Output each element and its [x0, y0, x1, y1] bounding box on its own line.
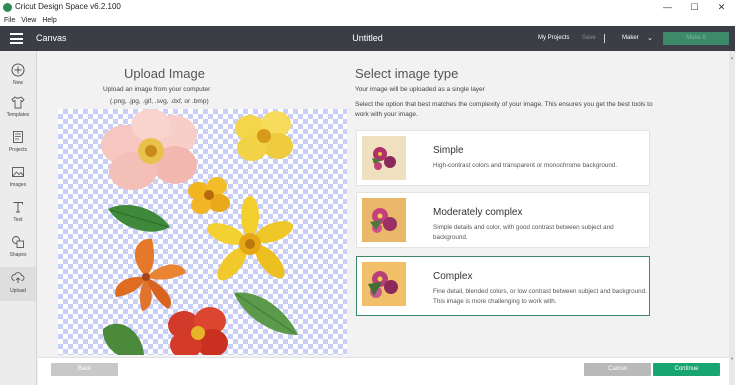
tshirt-icon	[11, 96, 25, 109]
images-icon	[12, 167, 24, 177]
sidebar-item-images[interactable]: Images	[0, 161, 36, 195]
menu-help[interactable]: Help	[42, 15, 56, 26]
menu-file[interactable]: File	[4, 15, 15, 26]
complex-thumbnail	[362, 262, 406, 306]
chevron-down-icon[interactable]: ⌄	[647, 34, 653, 42]
scroll-up-icon[interactable]: ▲	[730, 55, 734, 60]
projects-icon	[13, 131, 23, 143]
make-it-button[interactable]: Make It	[663, 32, 729, 45]
moderately-complex-thumbnail	[362, 198, 406, 242]
option-complex[interactable]: Complex Fine detail, blended colors, or …	[356, 256, 650, 316]
cricut-app-icon	[3, 3, 12, 12]
shapes-icon	[12, 236, 24, 248]
sidebar-item-label: Text	[13, 217, 23, 223]
back-button[interactable]: Back	[51, 363, 118, 376]
my-projects-link[interactable]: My Projects	[538, 35, 569, 41]
option-description: Simple details and color, with good cont…	[433, 224, 614, 241]
sidebar-item-label: Upload	[10, 288, 26, 294]
continue-button[interactable]: Continue	[653, 363, 720, 376]
sidebar-item-label: Projects	[8, 147, 28, 153]
vertical-scrollbar[interactable]: ▲ ▼	[729, 51, 735, 385]
simple-thumbnail	[362, 136, 406, 180]
app-header: Canvas Untitled My Projects Save Maker ⌄…	[0, 26, 735, 51]
window-controls: — ☐ ✕	[654, 0, 735, 15]
sidebar-item-label: New	[12, 80, 23, 86]
sidebar-item-templates[interactable]: Templates	[0, 91, 36, 125]
upload-icon	[11, 272, 25, 283]
hamburger-menu-icon[interactable]	[10, 33, 23, 44]
cancel-button[interactable]: Cancel	[584, 363, 651, 376]
supported-formats: (.png, .jpg, .gif, .svg, .dxf, or .bmp)	[110, 98, 209, 105]
save-button[interactable]: Save	[582, 35, 596, 41]
header-section-label: Canvas	[36, 33, 67, 43]
sidebar-item-label: Shapes	[9, 252, 27, 258]
document-title: Untitled	[352, 33, 383, 43]
upload-instructions: Upload an image from your computer	[103, 86, 211, 93]
upload-image-heading: Upload Image	[124, 66, 205, 81]
plus-icon	[11, 63, 25, 77]
left-toolbar: New Templates Projects Images Text Shape…	[0, 51, 37, 385]
text-icon	[13, 202, 23, 213]
sidebar-item-shapes[interactable]: Shapes	[0, 231, 36, 265]
option-simple[interactable]: Simple High-contrast colors and transpar…	[356, 130, 650, 186]
option-title: Simple	[433, 145, 464, 156]
flowers-image	[101, 109, 298, 355]
sidebar-item-label: Images	[9, 182, 27, 188]
sidebar-item-upload[interactable]: Upload	[0, 267, 36, 301]
scroll-down-icon[interactable]: ▼	[730, 356, 734, 361]
close-window-button[interactable]: ✕	[708, 0, 735, 15]
sidebar-item-new[interactable]: New	[0, 59, 36, 93]
sidebar-item-projects[interactable]: Projects	[0, 126, 36, 160]
option-title: Moderately complex	[433, 207, 523, 218]
option-title: Complex	[433, 271, 473, 282]
menu-view[interactable]: View	[21, 15, 36, 26]
single-layer-note: Your image will be uploaded as a single …	[355, 86, 485, 93]
option-description: Fine detail, blended colors, or low cont…	[433, 288, 647, 305]
uploaded-image-preview	[58, 109, 347, 355]
window-title: Cricut Design Space v6.2.100	[15, 2, 121, 11]
select-instructions: Select the option that best matches the …	[355, 101, 653, 118]
window-title-bar: Cricut Design Space v6.2.100 — ☐ ✕	[0, 0, 735, 15]
minimize-button[interactable]: —	[654, 0, 681, 15]
sidebar-item-text[interactable]: Text	[0, 196, 36, 230]
sidebar-item-label: Templates	[6, 112, 30, 118]
select-image-type-heading: Select image type	[355, 66, 459, 81]
machine-select[interactable]: Maker	[622, 35, 639, 41]
option-moderately-complex[interactable]: Moderately complex Simple details and co…	[356, 192, 650, 248]
maximize-button[interactable]: ☐	[681, 0, 708, 15]
menu-bar: File View Help	[0, 15, 735, 26]
option-description: High-contrast colors and transparent or …	[433, 162, 618, 169]
header-divider	[604, 34, 605, 43]
